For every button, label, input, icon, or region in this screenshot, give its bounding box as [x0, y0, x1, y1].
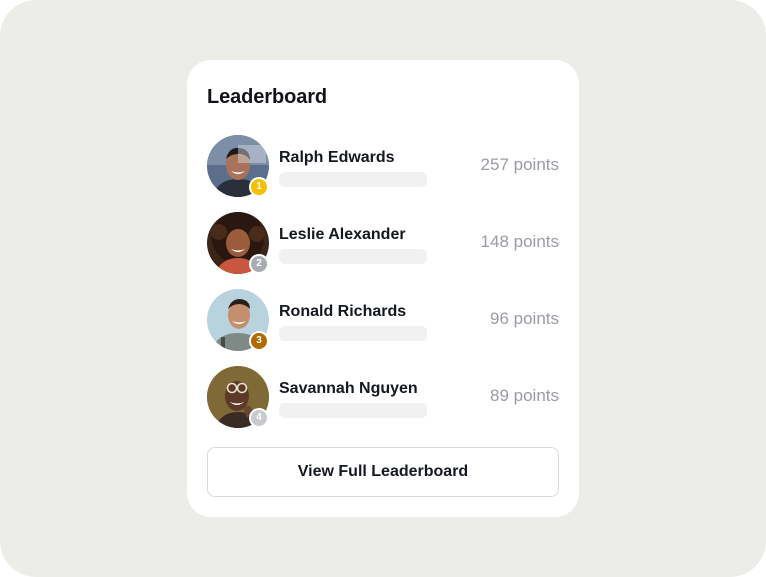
view-full-leaderboard-button[interactable]: View Full Leaderboard	[207, 447, 559, 497]
leaderboard-row[interactable]: 4 Savannah Nguyen 89 points	[207, 366, 559, 428]
player-name[interactable]: Ralph Edwards	[279, 149, 395, 167]
leaderboard-row[interactable]: 3 Ronald Richards 96 points	[207, 289, 559, 351]
points-value: 148 points	[480, 232, 559, 251]
points-value: 89 points	[490, 386, 559, 405]
player-name[interactable]: Savannah Nguyen	[279, 380, 418, 398]
rank-badge: 2	[249, 254, 269, 274]
player-name[interactable]: Ronald Richards	[279, 303, 406, 321]
progress-placeholder	[279, 249, 427, 264]
progress-placeholder	[279, 172, 427, 187]
leaderboard-row[interactable]: 2 Leslie Alexander 148 points	[207, 212, 559, 274]
rank-badge: 3	[249, 331, 269, 351]
rank-badge: 1	[249, 177, 269, 197]
player-name[interactable]: Leslie Alexander	[279, 226, 406, 244]
background-frame: Leaderboard 1 Ralph Edwards 257 points 2…	[0, 0, 766, 577]
points-value: 96 points	[490, 309, 559, 328]
leaderboard-row[interactable]: 1 Ralph Edwards 257 points	[207, 135, 559, 197]
rank-badge: 4	[249, 408, 269, 428]
progress-placeholder	[279, 326, 427, 341]
progress-placeholder	[279, 403, 427, 418]
points-value: 257 points	[480, 155, 559, 174]
card-title: Leaderboard	[207, 86, 328, 108]
leaderboard-card: Leaderboard 1 Ralph Edwards 257 points 2…	[187, 60, 579, 517]
